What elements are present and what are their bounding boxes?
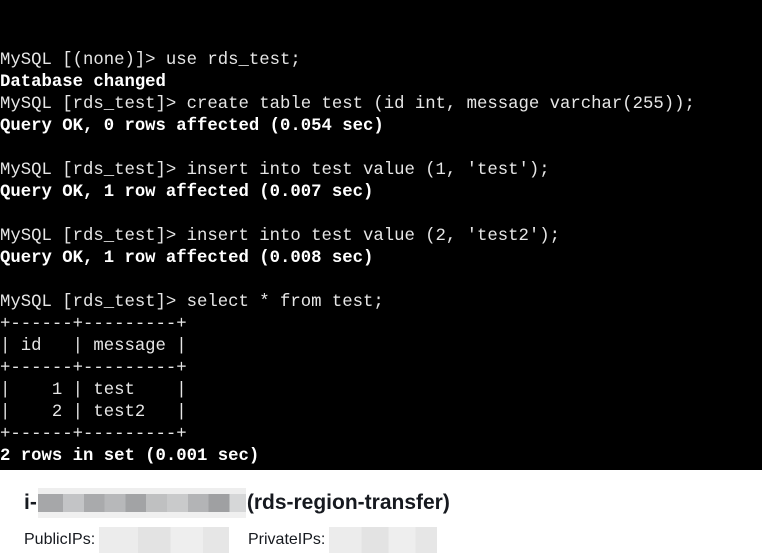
terminal-line-table: +------+---------+	[0, 359, 187, 378]
terminal-line-table: | 1 | test |	[0, 381, 187, 400]
terminal-window[interactable]: MySQL [(none)]> use rds_test; Database ch…	[0, 0, 762, 470]
terminal-line-prompt: MySQL [rds_test]> insert into test value…	[0, 161, 550, 180]
terminal-line-prompt: MySQL [rds_test]> create table test (id …	[0, 95, 695, 114]
terminal-line-output: Query OK, 1 row affected (0.008 sec)	[0, 249, 374, 268]
terminal-output: MySQL [(none)]> use rds_test; Database ch…	[0, 50, 762, 470]
redacted-private-ip	[329, 527, 438, 553]
terminal-line-output: Query OK, 1 row affected (0.007 sec)	[0, 183, 374, 202]
redacted-instance-id	[37, 488, 246, 518]
terminal-line-table: | 2 | test2 |	[0, 403, 187, 422]
instance-name: (rds-region-transfer)	[246, 491, 450, 514]
private-ips-label: PrivateIPs:	[248, 531, 326, 548]
terminal-line-table: +------+---------+	[0, 315, 187, 334]
public-ips-label: PublicIPs:	[24, 531, 96, 548]
terminal-line-prompt: MySQL [rds_test]> select * from test;	[0, 293, 384, 312]
terminal-line-prompt: MySQL [rds_test]> insert into test value…	[0, 227, 561, 246]
instance-id-prefix: i-	[24, 491, 37, 514]
instance-title: i- (rds-region-transfer)	[24, 488, 450, 518]
terminal-line-table: | id | message |	[0, 337, 187, 356]
redacted-public-ip	[99, 527, 230, 553]
private-ips: PrivateIPs:	[248, 527, 438, 553]
instance-info-bar: i- (rds-region-transfer) PublicIPs: Priv…	[0, 470, 762, 556]
terminal-line-table: +------+---------+	[0, 425, 187, 444]
terminal-line-output: Database changed	[0, 73, 166, 92]
terminal-line-output: 2 rows in set (0.001 sec)	[0, 447, 260, 466]
terminal-line-output: Query OK, 0 rows affected (0.054 sec)	[0, 117, 384, 136]
terminal-line-prompt: MySQL [(none)]> use rds_test;	[0, 51, 301, 70]
public-ips: PublicIPs:	[24, 527, 230, 553]
